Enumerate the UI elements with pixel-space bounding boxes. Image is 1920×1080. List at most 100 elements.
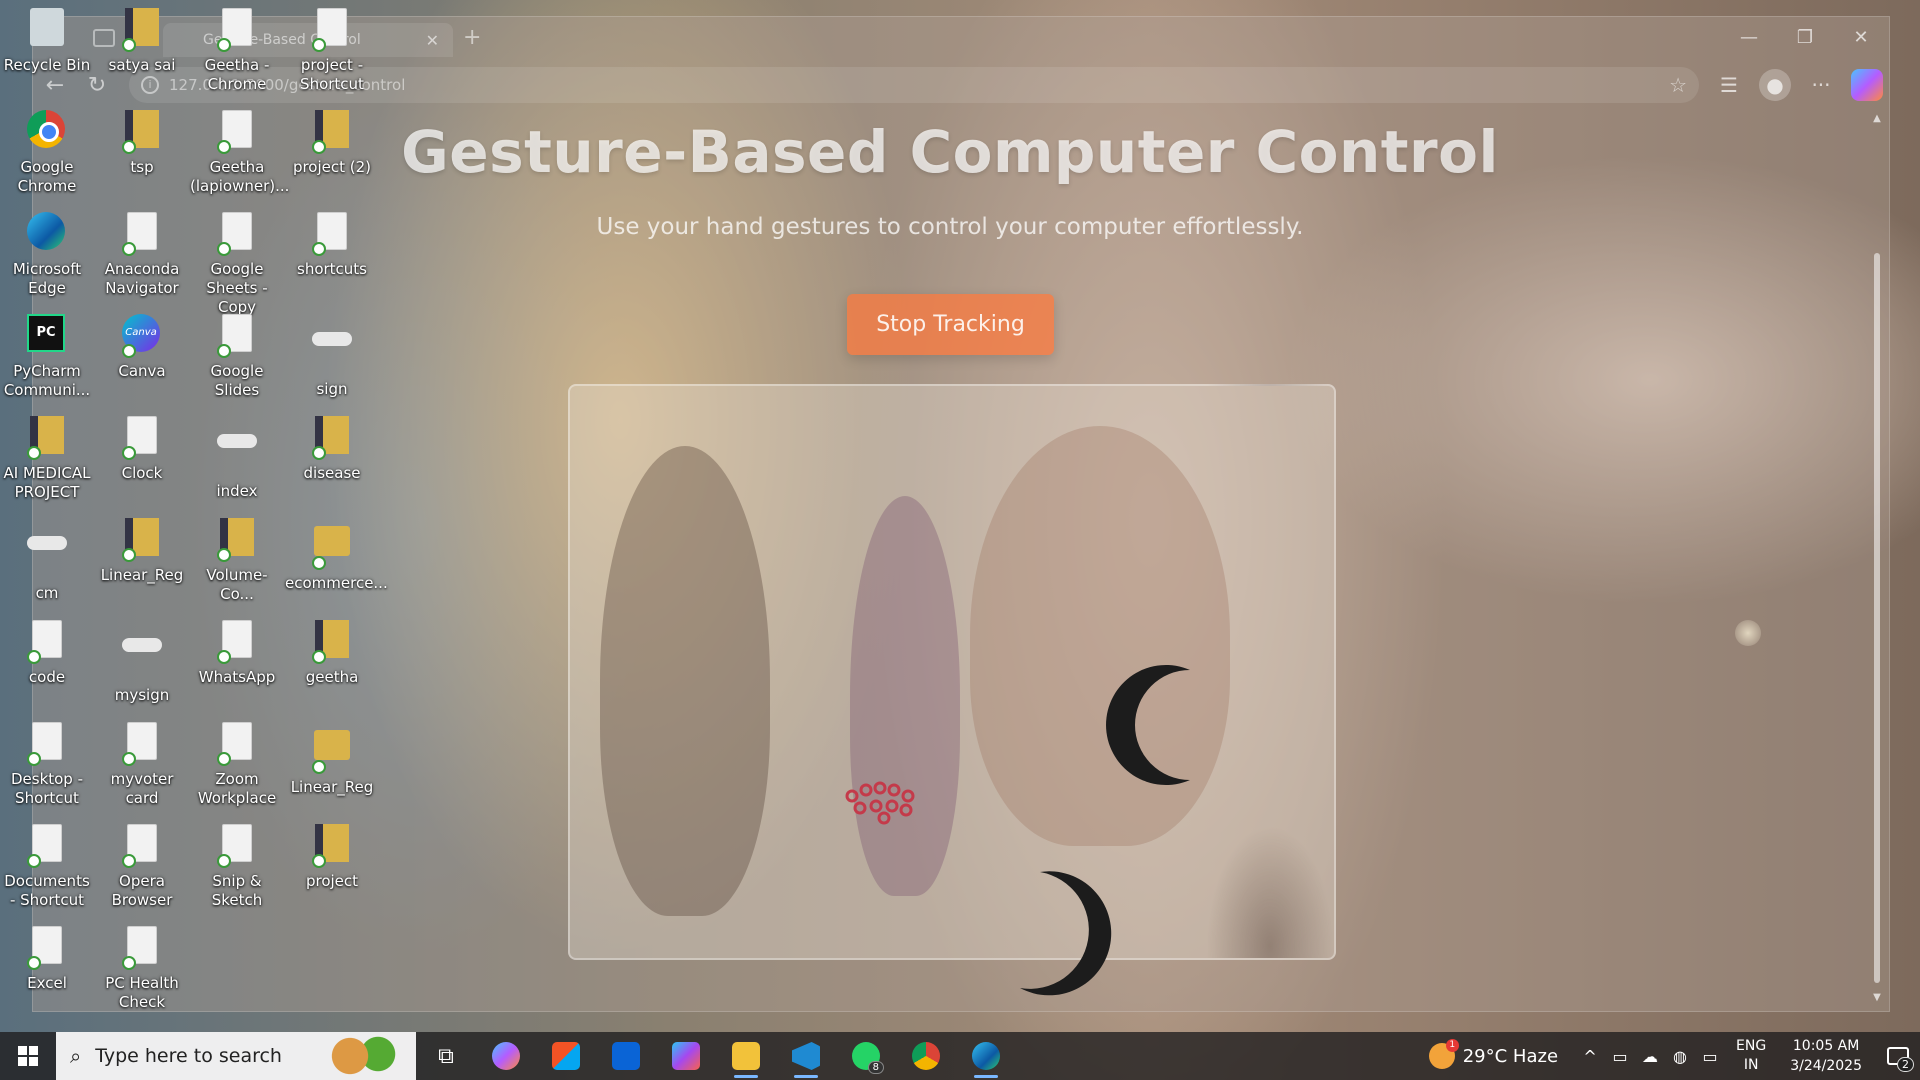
- taskbar-m365[interactable]: [656, 1032, 716, 1080]
- taskbar-chrome[interactable]: [896, 1032, 956, 1080]
- close-window-button[interactable]: ✕: [1833, 17, 1889, 57]
- new-tab-button[interactable]: +: [463, 25, 481, 50]
- taskbar-vscode[interactable]: [776, 1032, 836, 1080]
- desktop-icon[interactable]: ecommerce...: [285, 518, 388, 593]
- tab-close-icon[interactable]: ✕: [426, 31, 439, 50]
- desktop-icon[interactable]: PC PyCharm Communi...: [0, 314, 94, 400]
- system-tray: 1 29°C Haze ^ ▭ ☁ ◍ ▭ ENG IN 10:05 AM 3/…: [1428, 1032, 1920, 1080]
- restore-button[interactable]: ❐: [1777, 17, 1833, 57]
- browser-toolbar: ☰ ● ···: [1713, 69, 1883, 101]
- weather-widget[interactable]: 1 29°C Haze: [1428, 1039, 1558, 1069]
- desktop-icon[interactable]: Canva Canva: [95, 314, 189, 381]
- sync-status-check-icon: [217, 752, 231, 766]
- desktop-icon[interactable]: project: [285, 824, 379, 891]
- desktop-icon[interactable]: Documents - Shortcut: [0, 824, 94, 910]
- file-icon: [27, 722, 67, 766]
- battery-icon[interactable]: ▭: [1696, 1047, 1724, 1066]
- file-icon: [27, 620, 67, 664]
- desktop-icon[interactable]: PC Health Check: [95, 926, 189, 1012]
- desktop-icon[interactable]: Volume-Co...: [190, 518, 284, 604]
- taskbar-clock[interactable]: 10:05 AM 3/24/2025: [1790, 1036, 1862, 1076]
- desktop-icon[interactable]: geetha: [285, 620, 379, 687]
- favorites-icon[interactable]: ☰: [1713, 69, 1745, 101]
- desktop-icon-label: myvoter card: [110, 770, 174, 807]
- desktop-icon[interactable]: Opera Browser: [95, 824, 189, 910]
- network-globe-icon[interactable]: ◍: [1666, 1047, 1694, 1066]
- desktop-icon[interactable]: Desktop - Shortcut: [0, 722, 94, 808]
- desktop-icon-label: disease: [303, 464, 361, 482]
- desktop-icon[interactable]: disease: [285, 416, 379, 483]
- more-options-icon[interactable]: ···: [1805, 69, 1837, 101]
- profile-icon[interactable]: ●: [1759, 69, 1791, 101]
- desktop-icon-label: cm: [35, 584, 59, 602]
- taskbar-store[interactable]: [536, 1032, 596, 1080]
- desktop-icon[interactable]: Zoom Workplace: [190, 722, 284, 808]
- edge-icon: [972, 1042, 1000, 1070]
- notification-center-button[interactable]: 2: [1876, 1032, 1920, 1080]
- show-hidden-icons-chevron-icon[interactable]: ^: [1576, 1047, 1604, 1066]
- sync-status-check-icon: [312, 446, 326, 460]
- desktop-icon[interactable]: mysign: [95, 620, 189, 705]
- zip-icon: [312, 416, 352, 460]
- desktop-icon[interactable]: tsp: [95, 110, 189, 177]
- desktop-icon[interactable]: Geetha (lapiowner)...: [190, 110, 290, 196]
- taskbar-edge[interactable]: [956, 1032, 1016, 1080]
- desktop-icon[interactable]: Google Slides: [190, 314, 284, 400]
- desktop-icon-label: Geetha (lapiowner)...: [190, 158, 290, 195]
- sync-status-check-icon: [312, 140, 326, 154]
- site-info-icon[interactable]: i: [141, 76, 159, 94]
- desktop-icon[interactable]: Google Chrome: [0, 110, 94, 196]
- scroll-thumb[interactable]: [1874, 253, 1880, 983]
- desktop-icon[interactable]: AI MEDICAL PROJECT: [0, 416, 94, 502]
- desktop-icon[interactable]: Clock: [95, 416, 189, 483]
- onedrive-cloud-icon[interactable]: ☁: [1636, 1047, 1664, 1066]
- desktop-icon[interactable]: Anaconda Navigator: [95, 212, 189, 298]
- file-icon: [312, 8, 352, 52]
- desktop-icon[interactable]: WhatsApp: [190, 620, 284, 687]
- desktop-icon[interactable]: Excel: [0, 926, 94, 993]
- cloud-icon: [27, 536, 67, 580]
- taskbar-file-explorer[interactable]: [716, 1032, 776, 1080]
- desktop-icon[interactable]: myvoter card: [95, 722, 189, 808]
- desktop-icon[interactable]: project (2): [285, 110, 379, 177]
- chrome-icon: [912, 1042, 940, 1070]
- minimize-button[interactable]: —: [1721, 17, 1777, 57]
- task-view-button[interactable]: ⧉: [416, 1032, 476, 1080]
- favorite-star-icon[interactable]: ☆: [1669, 67, 1687, 103]
- taskbar-search-box[interactable]: ⌕ Type here to search: [56, 1032, 416, 1080]
- desktop-icon[interactable]: satya sai: [95, 8, 189, 75]
- desktop-icon[interactable]: Linear_Reg: [285, 722, 379, 797]
- start-button[interactable]: [0, 1032, 56, 1080]
- sync-status-check-icon: [122, 548, 136, 562]
- file-icon: [217, 212, 257, 256]
- scroll-down-arrow-icon[interactable]: ▼: [1871, 992, 1883, 1003]
- file-icon: [217, 824, 257, 868]
- taskbar-copilot[interactable]: [476, 1032, 536, 1080]
- desktop-icon[interactable]: Microsoft Edge: [0, 212, 94, 298]
- desktop-icon[interactable]: Linear_Reg: [95, 518, 189, 585]
- desktop-icon-label: Opera Browser: [111, 872, 173, 909]
- page-scrollbar[interactable]: ▲ ▼: [1871, 113, 1883, 1003]
- meet-now-icon[interactable]: ▭: [1606, 1047, 1634, 1066]
- stop-tracking-button[interactable]: Stop Tracking: [847, 294, 1054, 355]
- taskbar-whatsapp[interactable]: 8: [836, 1032, 896, 1080]
- sync-status-check-icon: [27, 956, 41, 970]
- desktop-icon[interactable]: code: [0, 620, 94, 687]
- desktop-icon[interactable]: index: [190, 416, 284, 501]
- desktop-icon[interactable]: Snip & Sketch: [190, 824, 284, 910]
- desktop-icon[interactable]: sign: [285, 314, 379, 399]
- desktop-icon-label: project (2): [292, 158, 372, 176]
- desktop-icon-label: Google Chrome: [17, 158, 77, 195]
- copilot-icon[interactable]: [1851, 69, 1883, 101]
- desktop-icon-label: PC Health Check: [105, 974, 179, 1011]
- desktop-icon[interactable]: shortcuts: [285, 212, 379, 279]
- desktop-icon[interactable]: Google Sheets - Copy: [190, 212, 284, 317]
- desktop-icon[interactable]: Recycle Bin: [0, 8, 94, 75]
- sync-status-check-icon: [122, 140, 136, 154]
- desktop-icon[interactable]: cm: [0, 518, 94, 603]
- taskbar-outlook[interactable]: [596, 1032, 656, 1080]
- sync-status-check-icon: [27, 752, 41, 766]
- desktop-icon[interactable]: Geetha - Chrome: [190, 8, 284, 94]
- desktop-icon[interactable]: project - Shortcut: [285, 8, 379, 94]
- language-indicator[interactable]: ENG IN: [1736, 1037, 1766, 1075]
